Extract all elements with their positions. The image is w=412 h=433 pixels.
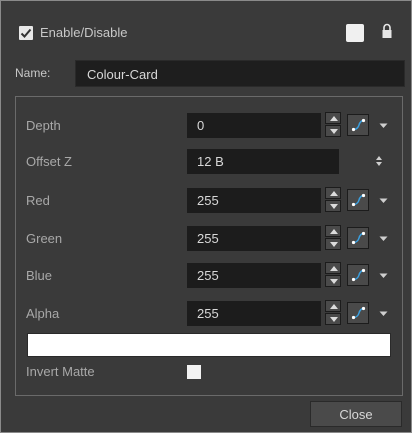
green-label: Green — [26, 231, 63, 246]
red-field[interactable]: 255 — [187, 188, 321, 213]
invert-matte-checkbox[interactable] — [187, 365, 201, 379]
enable-label: Enable/Disable — [40, 25, 128, 40]
caret-down-icon[interactable] — [379, 236, 388, 242]
lock-icon[interactable] — [381, 23, 393, 44]
spin-down-button[interactable] — [325, 125, 341, 137]
spin-down-button[interactable] — [325, 200, 341, 212]
name-label: Name: — [15, 66, 51, 80]
checkmark-icon — [20, 28, 32, 38]
down-arrow-icon — [330, 204, 338, 209]
down-arrow-icon — [330, 279, 338, 284]
spin-down-button[interactable] — [325, 238, 341, 250]
depth-field[interactable]: 0 — [187, 113, 321, 138]
caret-down-icon[interactable] — [379, 273, 388, 279]
colour-preview-swatch[interactable] — [27, 333, 391, 357]
close-button[interactable]: Close — [310, 401, 402, 427]
blue-field[interactable]: 255 — [187, 263, 321, 288]
name-input[interactable]: Colour-Card — [75, 60, 405, 87]
enable-checkbox[interactable] — [19, 26, 33, 40]
offset-z-label: Offset Z — [26, 154, 72, 169]
red-function-button[interactable] — [347, 189, 369, 211]
layer-properties-dialog: Enable/Disable Name: Colour-Card Depth 0… — [0, 0, 412, 433]
up-arrow-icon — [330, 266, 338, 271]
alpha-label: Alpha — [26, 306, 60, 321]
down-arrow-icon — [330, 129, 338, 134]
depth-label: Depth — [26, 118, 61, 133]
spin-up-button[interactable] — [325, 187, 341, 199]
blue-label: Blue — [26, 268, 53, 283]
spin-up-button[interactable] — [325, 300, 341, 312]
function-curve-icon — [351, 306, 366, 320]
depth-spinner[interactable] — [325, 112, 343, 138]
spin-up-button[interactable] — [325, 262, 341, 274]
red-label: Red — [26, 193, 50, 208]
up-arrow-icon — [330, 191, 338, 196]
up-arrow-icon — [330, 116, 338, 121]
caret-down-icon[interactable] — [379, 311, 388, 317]
up-arrow-icon — [330, 304, 338, 309]
up-arrow-icon — [330, 229, 338, 234]
down-arrow-icon — [330, 242, 338, 247]
invert-matte-label: Invert Matte — [26, 364, 95, 379]
alpha-function-button[interactable] — [347, 302, 369, 324]
depth-function-button[interactable] — [347, 114, 369, 136]
blue-function-button[interactable] — [347, 264, 369, 286]
spin-up-button[interactable] — [325, 225, 341, 237]
function-curve-icon — [351, 118, 366, 132]
caret-down-icon[interactable] — [379, 198, 388, 204]
spin-down-button[interactable] — [325, 275, 341, 287]
blue-spinner[interactable] — [325, 262, 343, 288]
function-curve-icon — [351, 193, 366, 207]
spin-up-button[interactable] — [325, 112, 341, 124]
green-spinner[interactable] — [325, 225, 343, 251]
alpha-field[interactable]: 255 — [187, 301, 321, 326]
function-curve-icon — [351, 268, 366, 282]
offset-z-field[interactable]: 12 B — [187, 149, 339, 174]
green-function-button[interactable] — [347, 227, 369, 249]
red-spinner[interactable] — [325, 187, 343, 213]
layer-colour-swatch[interactable] — [346, 24, 364, 42]
caret-down-icon[interactable] — [379, 123, 388, 129]
down-arrow-icon — [330, 317, 338, 322]
spin-down-button[interactable] — [325, 313, 341, 325]
function-curve-icon — [351, 231, 366, 245]
green-field[interactable]: 255 — [187, 226, 321, 251]
alpha-spinner[interactable] — [325, 300, 343, 326]
updown-arrows-icon[interactable] — [375, 155, 383, 167]
